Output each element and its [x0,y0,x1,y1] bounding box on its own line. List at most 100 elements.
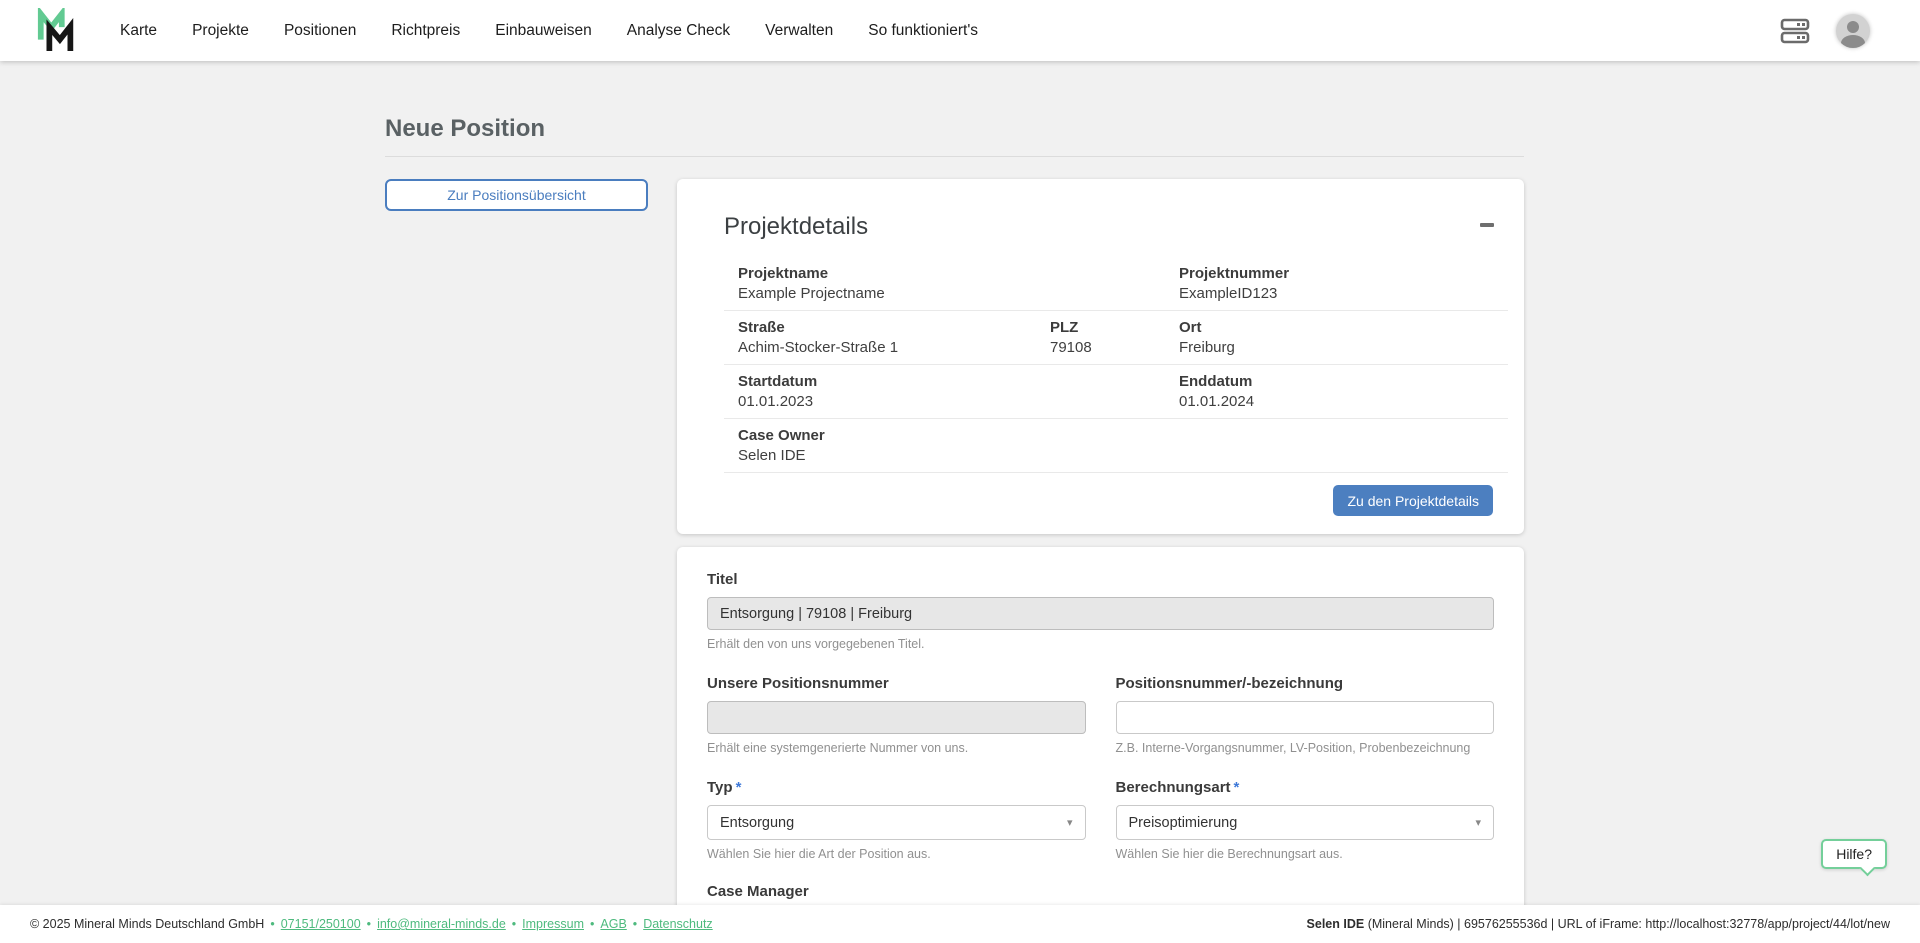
field-value: Example Projectname [738,285,885,302]
field-label: Projektname [738,265,829,282]
table-row: Case Owner Selen IDE [724,419,1508,473]
berechnungsart-field-group: Berechnungsart * Preisoptimierung ▾ Wähle… [1115,779,1494,861]
nav-item-richtpreis[interactable]: Richtpreis [391,22,460,40]
footer-link-phone[interactable]: 07151/250100 [281,917,361,931]
our-position-number-input[interactable] [707,701,1086,734]
berechnungsart-helper: Wählen Sie hier die Berechnungsart aus. [1115,847,1343,861]
footer-link-email[interactable]: info@mineral-minds.de [377,917,506,931]
nav-item-karte[interactable]: Karte [120,22,157,40]
footer-session-info: (Mineral Minds) | 69576255536d | URL of … [1364,917,1890,931]
berechnungsart-label: Berechnungsart * [1115,779,1240,796]
position-number-helper: Z.B. Interne-Vorgangsnummer, LV-Position… [1115,741,1471,755]
required-asterisk: * [735,779,742,796]
navbar-right [1780,13,1870,48]
collapse-card-button[interactable] [1466,213,1508,237]
field-label: Straße [738,319,785,336]
help-button[interactable]: Hilfe? [1821,839,1887,877]
top-navbar: Karte Projekte Positionen Richtpreis Ein… [0,0,1920,61]
avatar-head [1847,20,1859,33]
avatar-body [1841,34,1865,48]
title-divider [385,156,1524,157]
field-label: Ort [1179,319,1202,336]
footer-left: © 2025 Mineral Minds Deutschland GmbH • … [30,917,713,931]
our-position-number-helper: Erhält eine systemgenerierte Nummer von … [707,741,969,755]
typ-select[interactable]: Entsorgung ▾ [707,805,1086,840]
typ-label: Typ * [707,779,742,796]
typ-field-group: Typ * Entsorgung ▾ Wählen Sie hier die Ar… [707,779,1086,861]
speech-bubble-tail [1859,860,1876,877]
required-asterisk: * [1233,779,1240,796]
separator: • [511,917,517,931]
minus-icon [1480,223,1494,227]
field-label: PLZ [1050,319,1079,336]
nav-item-projekte[interactable]: Projekte [192,22,249,40]
footer-link-agb[interactable]: AGB [600,917,626,931]
field-label: Case Owner [738,427,825,444]
our-position-number-label: Unsere Positionsnummer [707,675,889,692]
mineral-minds-logo-icon[interactable] [36,5,78,54]
back-to-positions-button[interactable]: Zur Positionsübersicht [385,179,648,211]
titel-label: Titel [707,571,738,588]
right-column: Projektdetails Projektname Example Proje… [677,179,1524,943]
field-ort: Ort Freiburg [1165,319,1508,356]
titel-helper: Erhält den von uns vorgegebenen Titel. [707,637,925,651]
field-label: Projektnummer [1179,265,1290,282]
field-projektname: Projektname Example Projectname [724,265,1165,302]
typ-helper: Wählen Sie hier die Art der Position aus… [707,847,931,861]
position-number-field-group: Positionsnummer/-bezeichnung Z.B. Intern… [1115,675,1494,755]
field-value: 79108 [1050,339,1092,356]
table-row: Straße Achim-Stocker-Straße 1 PLZ 79108 … [724,311,1508,365]
case-manager-label: Case Manager [707,883,809,900]
server-stack-icon[interactable] [1780,18,1810,44]
titel-field-group: Titel Erhält den von uns vorgegebenen Ti… [707,571,1494,651]
nav-item-verwalten[interactable]: Verwalten [765,22,833,40]
titel-input[interactable] [707,597,1494,630]
footer-link-datenschutz[interactable]: Datenschutz [643,917,712,931]
copyright-text: © 2025 Mineral Minds Deutschland GmbH [30,917,265,931]
footer-link-impressum[interactable]: Impressum [522,917,584,931]
field-plz: PLZ 79108 [1036,319,1165,356]
footer-right: Selen IDE (Mineral Minds) | 69576255536d… [1307,917,1890,931]
field-label: Enddatum [1179,373,1253,390]
field-strasse: Straße Achim-Stocker-Straße 1 [724,319,1036,356]
field-label: Startdatum [738,373,818,390]
table-row: Startdatum 01.01.2023 Enddatum 01.01.202… [724,365,1508,419]
nav-item-einbauweisen[interactable]: Einbauweisen [495,22,592,40]
field-value: Achim-Stocker-Straße 1 [738,339,899,356]
position-number-input[interactable] [1115,701,1494,734]
project-card-title: Projektdetails [724,213,869,240]
field-value: 01.01.2023 [738,393,814,410]
nav-item-so-funktionierts[interactable]: So funktioniert's [868,22,978,40]
footer: © 2025 Mineral Minds Deutschland GmbH • … [0,905,1920,943]
chevron-down-icon: ▾ [1475,817,1481,829]
user-avatar-icon[interactable] [1836,13,1870,48]
separator: • [270,917,275,931]
chevron-down-icon: ▾ [1066,817,1073,829]
main-nav: Karte Projekte Positionen Richtpreis Ein… [120,22,978,40]
field-enddatum: Enddatum 01.01.2024 [1165,373,1508,410]
nav-item-analyse-check[interactable]: Analyse Check [627,22,730,40]
separator: • [590,917,595,931]
go-to-project-details-button[interactable]: Zu den Projektdetails [1333,485,1493,516]
table-row: Projektname Example Projectname Projektn… [724,257,1508,311]
field-value: Freiburg [1179,339,1235,356]
berechnungsart-select[interactable]: Preisoptimierung ▾ [1115,805,1494,840]
our-position-number-field-group: Unsere Positionsnummer Erhält eine syste… [707,675,1086,755]
new-position-form-card: Titel Erhält den von uns vorgegebenen Ti… [677,547,1524,943]
field-value: Selen IDE [738,447,806,464]
typ-select-value: Entsorgung [720,814,795,831]
project-details-table: Projektname Example Projectname Projektn… [724,257,1508,473]
field-value: ExampleID123 [1179,285,1278,302]
nav-item-positionen[interactable]: Positionen [284,22,356,40]
position-number-label: Positionsnummer/-bezeichnung [1115,675,1344,692]
berechnungsart-select-value: Preisoptimierung [1128,814,1238,831]
left-column: Zur Positionsübersicht [385,179,648,211]
field-value: 01.01.2024 [1179,393,1255,410]
footer-user: Selen IDE [1306,917,1365,931]
project-details-card: Projektdetails Projektname Example Proje… [677,179,1524,534]
separator: • [366,917,372,931]
field-startdatum: Startdatum 01.01.2023 [724,373,1165,410]
separator: • [632,917,638,931]
main-content: Neue Position Zur Positionsübersicht Pro… [385,115,1524,943]
field-case-owner: Case Owner Selen IDE [724,427,1508,464]
